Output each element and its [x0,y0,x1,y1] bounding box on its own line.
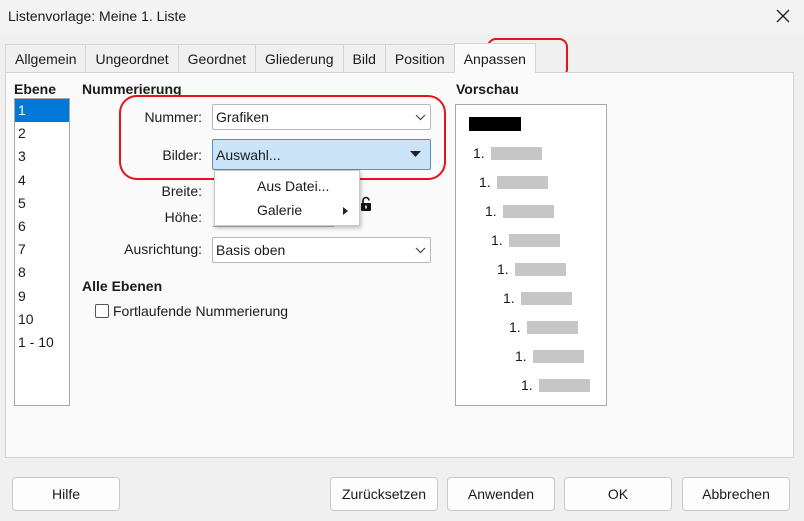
preview-bullet-bar [469,117,521,131]
hoehe-field-edge [212,226,334,230]
preview-line [527,320,578,334]
window-title: Listenvorlage: Meine 1. Liste [8,8,187,24]
vorschau-header: Vorschau [456,81,519,97]
preview-line [533,349,584,363]
chevron-down-icon [410,238,430,262]
ebene-item[interactable]: 9 [15,285,69,308]
preview-row: 1. [479,174,548,190]
ok-button[interactable]: OK [564,477,672,511]
reset-button[interactable]: Zurücksetzen [330,477,438,511]
menu-item-galerie[interactable]: Galerie [215,198,359,222]
preview-number: 1. [497,261,509,277]
preview-number: 1. [503,290,515,306]
bilder-value: Auswahl... [216,146,281,163]
tab-allgemein[interactable]: Allgemein [5,44,87,72]
preview-number: 1. [521,377,533,393]
ausrichtung-label: Ausrichtung: [124,241,202,257]
ebene-item[interactable]: 6 [15,215,69,238]
ebene-item[interactable]: 8 [15,261,69,284]
preview-row: 1. [491,232,560,248]
preview-line [539,378,590,392]
preview-line [503,204,554,218]
preview-number: 1. [479,174,491,190]
hoehe-label: Höhe: [164,209,202,225]
ebene-item[interactable]: 5 [15,192,69,215]
ausrichtung-select[interactable]: Basis oben [212,237,431,263]
submenu-arrow-icon [343,198,348,222]
ebene-header: Ebene [14,81,57,97]
ebene-item[interactable]: 2 [15,122,69,145]
bilder-label: Bilder: [162,147,202,163]
preview-line [509,233,560,247]
ausrichtung-value: Basis oben [216,242,286,258]
close-icon [776,9,790,23]
nummerierung-header: Nummerierung [82,81,182,97]
ebene-item[interactable]: 10 [15,308,69,331]
dropdown-arrow-icon [400,140,430,169]
fortlaufende-nummerierung-label[interactable]: Fortlaufende Nummerierung [113,303,288,319]
ebene-item[interactable]: 1 [15,99,69,123]
tab-anpassen[interactable]: Anpassen [453,43,536,73]
preview-number: 1. [509,319,521,335]
preview-row: 1. [503,290,572,306]
help-button[interactable]: Hilfe [12,477,120,511]
preview-row: 1. [497,261,566,277]
lock-icon[interactable] [360,196,372,212]
chevron-down-icon [410,105,430,129]
preview-row: 1. [521,377,590,393]
preview-line [497,175,548,189]
bilder-dropdown-menu: Aus Datei... Galerie [214,170,360,226]
nummer-label: Nummer: [144,109,202,125]
tab-bar: Allgemein Ungeordnet Geordnet Gliederung… [5,43,536,73]
preview-row: 1. [515,348,584,364]
nummer-select[interactable]: Grafiken [212,104,431,130]
preview-box: 1. 1. 1. 1. 1. 1. 1. 1. 1. [455,104,607,406]
tab-position[interactable]: Position [384,44,455,72]
bilder-select[interactable]: Auswahl... [212,139,431,170]
menu-item-aus-datei[interactable]: Aus Datei... [215,174,359,198]
preview-line [491,146,542,160]
tab-ungeordnet[interactable]: Ungeordnet [85,44,179,72]
preview-number: 1. [485,203,497,219]
ebene-item[interactable]: 3 [15,145,69,168]
fortlaufende-nummerierung-checkbox[interactable] [95,304,109,318]
preview-line [521,291,572,305]
breite-label: Breite: [161,183,202,199]
preview-line [515,262,566,276]
ebene-list[interactable]: 1 2 3 4 5 6 7 8 9 10 1 - 10 [14,98,70,406]
ebene-item[interactable]: 1 - 10 [15,331,69,354]
menu-item-label: Galerie [257,202,303,218]
preview-row: 1. [485,203,554,219]
ebene-item[interactable]: 7 [15,238,69,261]
preview-number: 1. [473,145,485,161]
menu-item-label: Aus Datei... [257,178,330,194]
preview-row: 1. [509,319,578,335]
alle-ebenen-header: Alle Ebenen [82,278,163,294]
preview-row: 1. [473,145,542,161]
preview-number: 1. [515,348,527,364]
cancel-button[interactable]: Abbrechen [682,477,790,511]
tab-bild[interactable]: Bild [342,44,386,72]
nummer-value: Grafiken [216,109,269,125]
tab-geordnet[interactable]: Geordnet [177,44,257,72]
ebene-item[interactable]: 4 [15,169,69,192]
tab-gliederung[interactable]: Gliederung [255,44,344,72]
apply-button[interactable]: Anwenden [447,477,555,511]
preview-number: 1. [491,232,503,248]
close-button[interactable] [770,4,796,28]
